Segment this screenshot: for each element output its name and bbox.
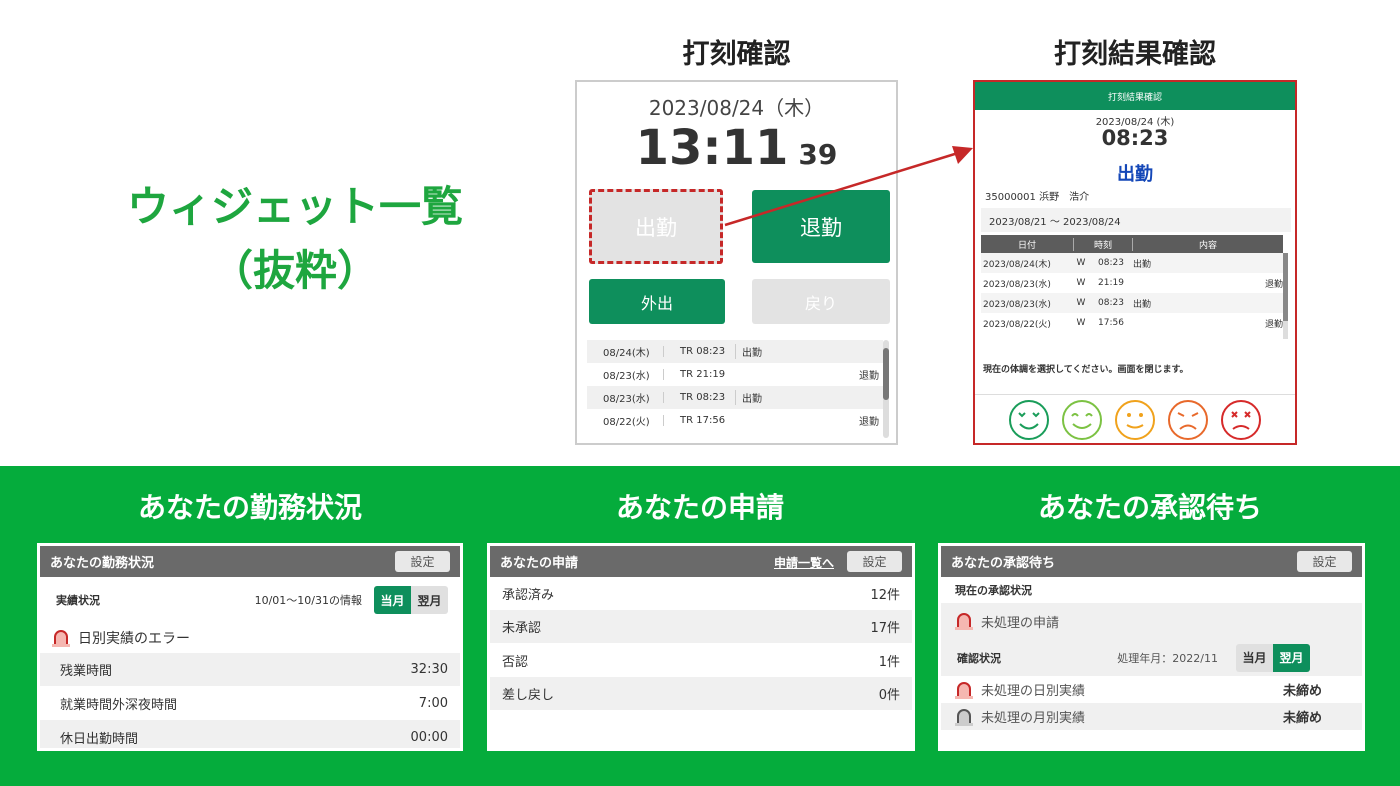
result-kind: 出勤 xyxy=(1117,164,1153,185)
table-row: 2023/08/23(水) W 08:23 出勤 xyxy=(981,293,1283,313)
pending-apply-row[interactable]: 未処理の申請 xyxy=(941,603,1362,639)
neutral-face-icon[interactable] xyxy=(1114,399,1156,441)
confirm-status-row: 確認状況 処理年月：2022/11 当月 翌月 xyxy=(941,639,1362,676)
next-month-tab[interactable]: 翌月 xyxy=(411,586,448,614)
list-item: 08/23(水) TR 21:19 退勤 xyxy=(603,369,879,382)
card-header: あなたの勤務状況 設定 xyxy=(40,546,460,577)
next-month-tab[interactable]: 翌月 xyxy=(1273,643,1310,672)
table-row: 2023/08/24(木) W 08:23 出勤 xyxy=(981,253,1283,273)
sad-face-icon[interactable] xyxy=(1167,399,1209,441)
condition-message: 現在の体調を選択してください。画面を閉じます。 xyxy=(983,365,1189,375)
result-time: 08:23 xyxy=(1101,126,1169,150)
punch-date: 2023/08/24（木） xyxy=(648,96,825,120)
list-item[interactable]: 未処理の月別実績 未締め xyxy=(941,703,1362,730)
work-status-card: あなたの勤務状況 設定 実績状況 10/01～10/31の情報 当月 翌月 日別… xyxy=(37,543,463,751)
card-header: あなたの承認待ち 設定 xyxy=(941,546,1362,577)
result-header: 打刻結果確認 xyxy=(975,82,1295,110)
result-section-title: 打刻結果確認 xyxy=(1054,39,1216,70)
approval-card: あなたの承認待ち 設定 現在の承認状況 未処理の申請 確認状況 処理年月：202… xyxy=(938,543,1365,751)
result-range: 2023/08/21 ～ 2023/08/24 xyxy=(981,208,1291,232)
alarm-off-icon xyxy=(955,708,973,726)
list-item[interactable]: 差し戻し 0件 xyxy=(490,677,912,710)
punch-section-title: 打刻確認 xyxy=(682,39,791,70)
result-widget: 打刻結果確認 2023/08/24 (木) 08:23 出勤 35000001 … xyxy=(973,80,1297,445)
settings-button[interactable]: 設定 xyxy=(1297,551,1352,572)
month-toggle: 当月 翌月 xyxy=(1236,643,1310,672)
list-item: 08/23(水) TR 08:23 出勤 xyxy=(587,386,883,409)
application-list-link[interactable]: 申請一覧へ xyxy=(774,554,834,571)
table-row: 2023/08/22(火) W 17:56 退勤 xyxy=(983,318,1283,330)
page-title: ウィジェット一覧 （抜粋） xyxy=(126,182,463,295)
clock-in-button[interactable]: 出勤 xyxy=(589,189,723,264)
current-month-tab[interactable]: 当月 xyxy=(1236,643,1273,672)
alarm-icon xyxy=(955,681,973,699)
work-status-row: 実績状況 10/01～10/31の情報 当月 翌月 xyxy=(40,577,460,623)
result-table: 日付 時刻 内容 2023/08/24(木) W 08:23 出勤 2023/08/2… xyxy=(981,235,1283,333)
month-toggle: 当月 翌月 xyxy=(374,586,448,614)
happy-face-icon[interactable] xyxy=(1061,399,1103,441)
arrow-icon xyxy=(724,146,973,227)
list-item: 08/24(木) TR 08:23 出勤 xyxy=(587,340,883,363)
settings-button[interactable]: 設定 xyxy=(847,551,902,572)
application-card: あなたの申請 申請一覧へ 設定 承認済み 12件 未承認 17件 否認 1件 差し戻し… xyxy=(487,543,915,751)
return-button[interactable]: 戻り xyxy=(752,279,890,324)
list-item[interactable]: 未処理の日別実績 未締め xyxy=(941,676,1362,703)
list-item[interactable]: 承認済み 12件 xyxy=(490,577,912,610)
card-header: あなたの申請 申請一覧へ 設定 xyxy=(490,546,912,577)
work-section-title: あなたの勤務状況 xyxy=(137,491,362,524)
list-item: 就業時間外深夜時間 7:00 xyxy=(60,695,448,713)
punch-log-list: 08/24(木) TR 08:23 出勤 08/23(水) TR 21:19 退勤 08… xyxy=(587,340,883,440)
list-item: 残業時間 32:30 xyxy=(40,653,460,686)
very-sad-face-icon[interactable] xyxy=(1220,399,1262,441)
apply-section-title: あなたの申請 xyxy=(615,491,784,524)
table-header: 日付 時刻 内容 xyxy=(981,235,1283,253)
very-happy-face-icon[interactable] xyxy=(1008,399,1050,441)
current-month-tab[interactable]: 当月 xyxy=(374,586,411,614)
go-out-button[interactable]: 外出 xyxy=(589,279,725,324)
approval-section-title: あなたの承認待ち xyxy=(1037,491,1262,524)
settings-button[interactable]: 設定 xyxy=(395,551,450,572)
list-item[interactable]: 未承認 17件 xyxy=(490,610,912,643)
list-item: 08/22(火) TR 17:56 退勤 xyxy=(603,415,879,428)
alarm-icon xyxy=(955,613,973,630)
current-status-label: 現在の承認状況 xyxy=(955,584,1032,597)
alarm-icon xyxy=(52,630,70,647)
daily-error-row[interactable]: 日別実績のエラー xyxy=(40,623,460,653)
result-table-scrollbar[interactable] xyxy=(1283,253,1288,339)
punch-log-scrollbar[interactable] xyxy=(883,340,889,438)
table-row: 2023/08/23(水) W 21:19 退勤 xyxy=(983,278,1283,290)
list-item: 休日出勤時間 00:00 xyxy=(40,720,460,748)
list-item[interactable]: 否認 1件 xyxy=(490,643,912,677)
condition-selector xyxy=(975,394,1295,445)
result-user: 35000001 浜野 浩介 xyxy=(985,192,1090,203)
